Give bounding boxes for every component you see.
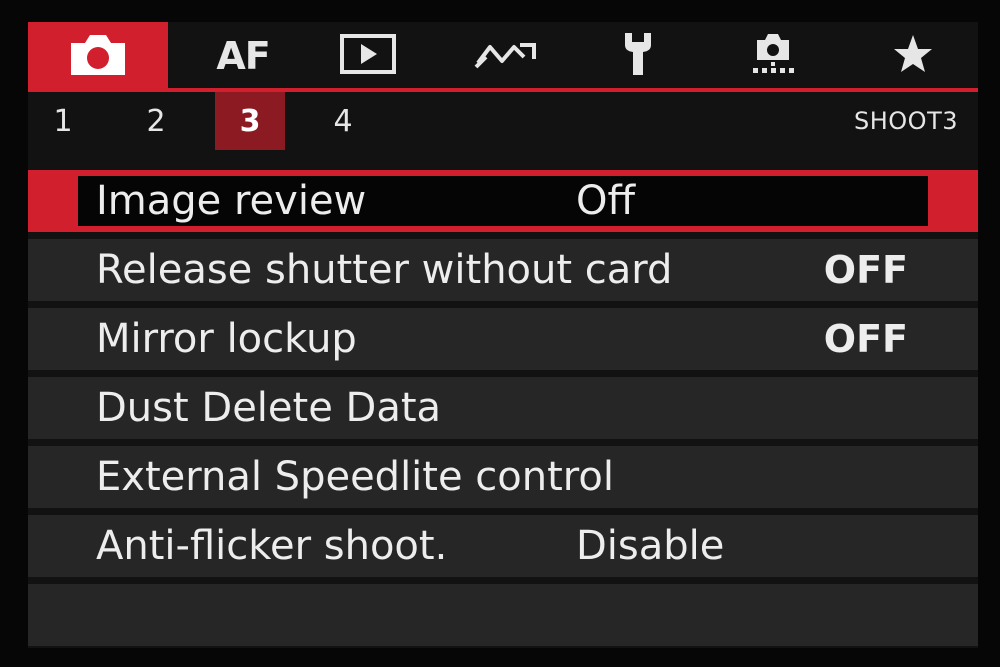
menu-item-label: Mirror lockup [96, 316, 357, 362]
menu-item-value: Disable [576, 523, 725, 569]
tab-playback[interactable] [328, 22, 408, 90]
wireless-icon [474, 37, 538, 75]
menu-item-label: Dust Delete Data [96, 385, 442, 431]
menu-item-anti-flicker-shoot[interactable]: Anti-flicker shoot. Disable [28, 515, 978, 577]
page-name: SHOOT3 [854, 107, 958, 135]
menu-item-label: External Speedlite control [96, 454, 614, 500]
menu-item-value: OFF [823, 317, 908, 361]
menu-item-label: Image review [96, 178, 367, 224]
camera-icon [67, 31, 129, 81]
menu-item-label: Anti-flicker shoot. [96, 523, 448, 569]
tab-custom-functions[interactable] [743, 22, 803, 90]
tab-af[interactable]: AF [198, 22, 288, 90]
menu-item-image-review[interactable]: Image review Off [28, 170, 978, 232]
menu-item-dust-delete-data[interactable]: Dust Delete Data [28, 377, 978, 439]
subtab-4[interactable]: 4 [308, 92, 378, 150]
subtab-1[interactable]: 1 [28, 92, 98, 150]
subtab-3[interactable]: 3 [215, 92, 285, 150]
menu-empty-row [28, 584, 978, 646]
star-icon [892, 33, 934, 79]
menu-item-value: Off [576, 178, 636, 224]
wrench-icon [619, 31, 657, 81]
tab-setup[interactable] [608, 22, 668, 90]
tab-af-label: AF [216, 34, 270, 78]
menu-item-mirror-lockup[interactable]: Mirror lockup OFF [28, 308, 978, 370]
tab-wireless[interactable] [463, 22, 548, 90]
menu-item-release-shutter-without-card[interactable]: Release shutter without card OFF [28, 239, 978, 301]
menu-item-value: OFF [823, 248, 908, 292]
custom-function-icon [749, 30, 797, 82]
playback-icon [340, 33, 396, 79]
menu-tab-bar: AF [28, 22, 978, 92]
camera-menu-screen: AF 1 2 3 4 SHOOT3 Image review Off Relea… [28, 22, 978, 648]
tab-shooting[interactable] [28, 22, 168, 90]
tab-my-menu[interactable] [883, 22, 943, 90]
menu-item-label: Release shutter without card [96, 247, 673, 293]
subtab-2[interactable]: 2 [121, 92, 191, 150]
menu-item-external-speedlite-control[interactable]: External Speedlite control [28, 446, 978, 508]
subtab-row: 1 2 3 4 SHOOT3 [28, 92, 978, 152]
